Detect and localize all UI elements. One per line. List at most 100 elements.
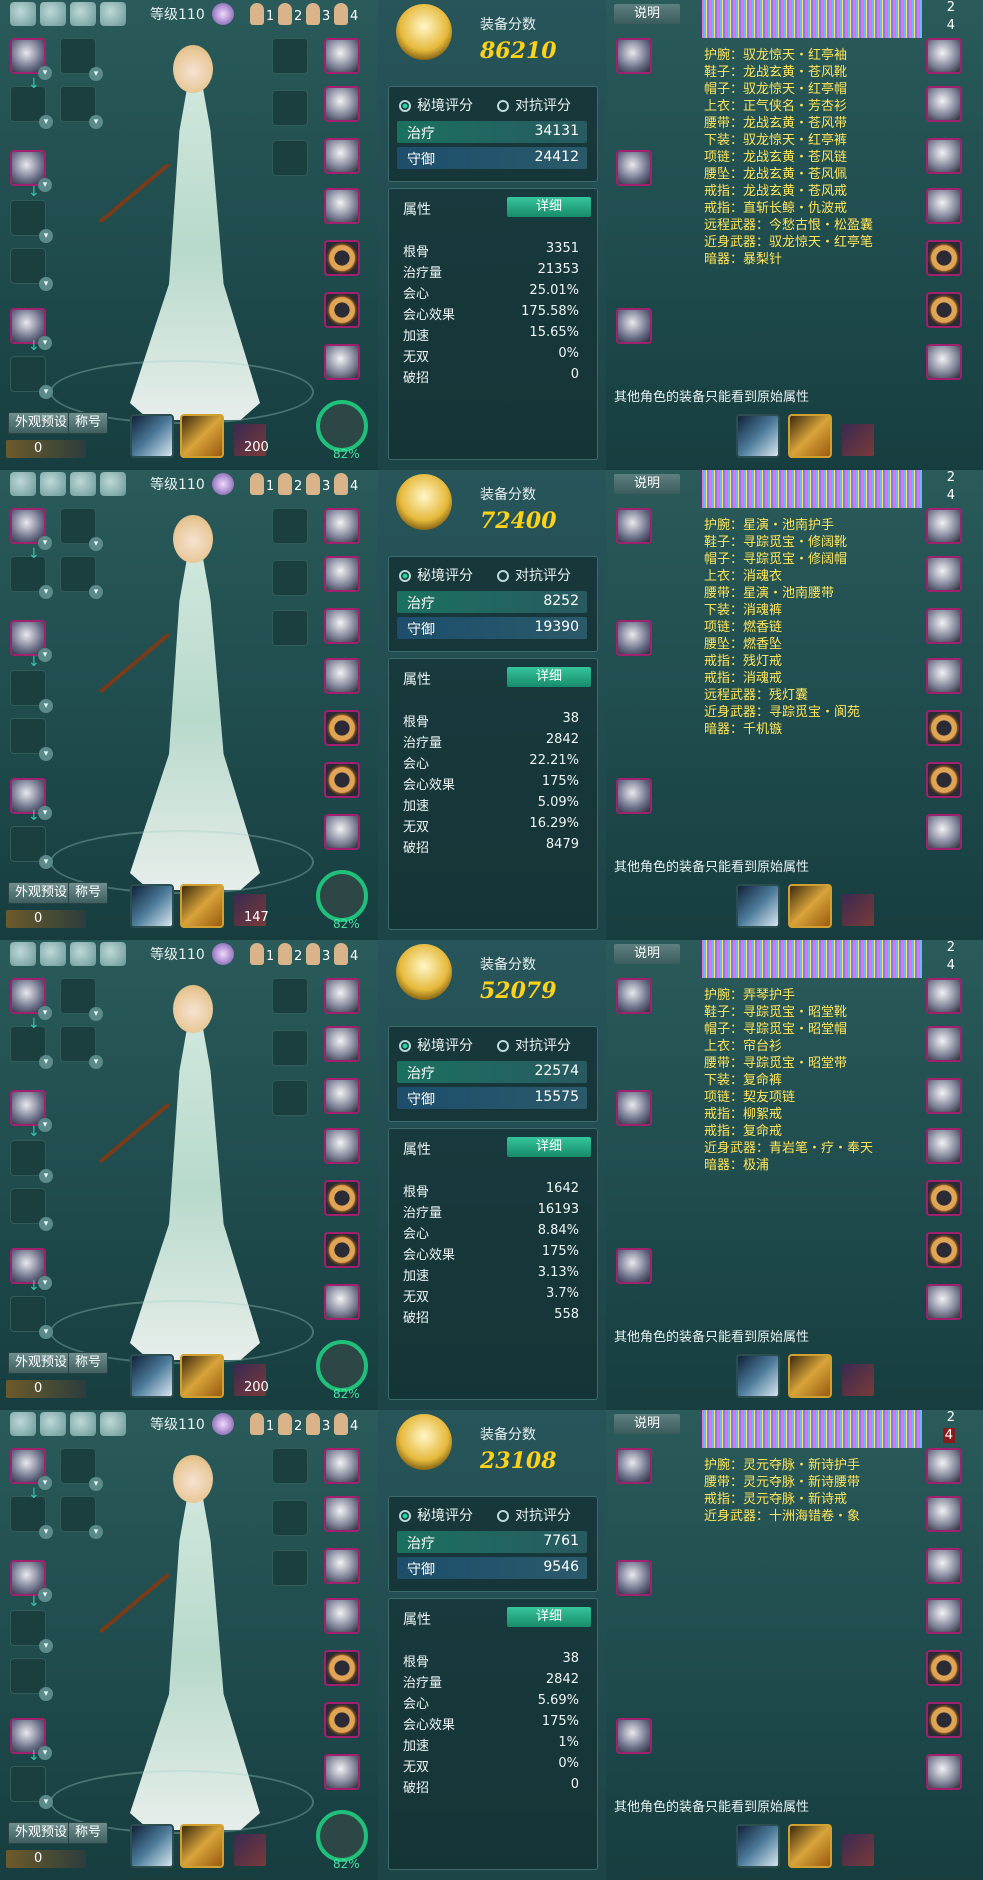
mode-secret-radio[interactable]: 秘境评分 [399,95,473,115]
chevron-down-icon[interactable]: ▾ [89,1007,103,1021]
mode-pvp-radio[interactable]: 对抗评分 [497,1035,571,1055]
chevron-down-icon[interactable]: ▾ [38,806,52,820]
tab-2[interactable]: 2 [947,1410,955,1425]
durability-gauge[interactable] [316,870,368,922]
ranged-weapon-slot[interactable] [788,1824,832,1868]
hidden-weapon-slot[interactable] [842,1364,874,1396]
equip-slot[interactable] [272,978,308,1014]
detail-button[interactable]: 详细 [507,1607,591,1627]
equip-slot-right[interactable] [324,1078,360,1114]
person-icon[interactable] [278,1413,292,1435]
appearance-preset-button[interactable]: 外观预设 [8,412,75,434]
equip-slot[interactable]: ▾ [10,508,52,550]
equip-slot[interactable] [272,140,308,176]
melee-weapon-slot[interactable] [736,884,780,928]
equip-slot-right[interactable] [324,292,360,328]
chevron-down-icon[interactable]: ▾ [39,747,53,761]
equip-slot[interactable] [926,1232,962,1268]
chevron-down-icon[interactable]: ▾ [39,1525,53,1539]
equip-slot-right[interactable] [324,1026,360,1062]
chevron-down-icon[interactable]: ▾ [38,1006,52,1020]
chevron-down-icon[interactable]: ▾ [38,66,52,80]
melee-weapon-slot[interactable] [130,414,174,458]
melee-weapon-slot[interactable] [130,884,174,928]
equip-slot-right[interactable] [324,1284,360,1320]
equip-slot[interactable] [616,1248,652,1284]
mode-secret-radio[interactable]: 秘境评分 [399,1505,473,1525]
chevron-down-icon[interactable]: ▾ [38,1476,52,1490]
equip-slot-right[interactable] [324,86,360,122]
equip-slot[interactable] [616,620,652,656]
melee-weapon-slot[interactable] [736,1824,780,1868]
mode-secret-radio[interactable]: 秘境评分 [399,1035,473,1055]
equip-slot[interactable] [926,608,962,644]
tab-2[interactable]: 2 [947,470,955,485]
equip-slot[interactable] [926,710,962,746]
equip-slot[interactable] [926,1026,962,1062]
equip-slot[interactable] [926,1702,962,1738]
chevron-down-icon[interactable]: ▾ [38,1588,52,1602]
equip-slot[interactable] [616,508,652,544]
mode-secret-radio[interactable]: 秘境评分 [399,565,473,585]
armor-icon[interactable] [40,1412,66,1436]
chevron-down-icon[interactable]: ▾ [38,1118,52,1132]
equip-slot-right[interactable] [324,1448,360,1484]
gem-icon[interactable] [212,3,234,25]
equip-slot-right[interactable] [324,1128,360,1164]
hidden-weapon-slot[interactable] [234,1834,266,1866]
glove-icon[interactable] [70,2,96,26]
equip-slot[interactable] [926,38,962,74]
chevron-down-icon[interactable]: ▾ [39,277,53,291]
equip-slot[interactable]: ▾ [60,1448,103,1491]
equip-slot[interactable]: ▾ [10,356,53,399]
equip-slot[interactable] [616,978,652,1014]
equip-slot[interactable] [616,1090,652,1126]
equip-slot[interactable] [272,610,308,646]
chevron-down-icon[interactable]: ▾ [39,229,53,243]
person-icon[interactable] [334,1413,348,1435]
equip-slot[interactable] [926,1180,962,1216]
chevron-down-icon[interactable]: ▾ [39,855,53,869]
chevron-down-icon[interactable]: ▾ [38,648,52,662]
equip-slot-right[interactable] [324,814,360,850]
person-icon[interactable] [250,943,264,965]
equip-slot-right[interactable] [324,556,360,592]
explain-button[interactable]: 说明 [614,1414,680,1434]
equip-slot[interactable]: ▾ [60,978,103,1021]
person-icon[interactable] [306,473,320,495]
equip-slot[interactable] [272,560,308,596]
durability-gauge[interactable] [316,1340,368,1392]
person-icon[interactable] [306,3,320,25]
equip-slot-right[interactable] [324,978,360,1014]
equip-slot[interactable] [926,138,962,174]
tab-4[interactable]: 4 [947,488,955,503]
melee-weapon-slot[interactable] [736,1354,780,1398]
tab-2[interactable]: 2 [947,940,955,955]
equip-slot[interactable]: ▾ [10,1090,52,1132]
equip-slot[interactable]: ▾ [10,150,52,192]
equip-slot[interactable]: ▾ [10,826,53,869]
gem-icon[interactable] [212,1413,234,1435]
chevron-down-icon[interactable]: ▾ [89,67,103,81]
ranged-weapon-slot[interactable] [180,414,224,458]
equip-slot[interactable] [926,188,962,224]
chevron-down-icon[interactable]: ▾ [89,115,103,129]
chevron-down-icon[interactable]: ▾ [39,699,53,713]
chevron-down-icon[interactable]: ▾ [39,1687,53,1701]
equip-slot-right[interactable] [324,344,360,380]
chevron-down-icon[interactable]: ▾ [39,1217,53,1231]
equip-slot[interactable]: ▾ [10,1658,53,1701]
tab-4[interactable]: 4 [947,18,955,33]
equip-slot[interactable]: ▾ [60,508,103,551]
mode-pvp-radio[interactable]: 对抗评分 [497,565,571,585]
equip-slot[interactable] [926,86,962,122]
gem-icon[interactable] [212,943,234,965]
chevron-down-icon[interactable]: ▾ [39,1795,53,1809]
equip-slot[interactable]: ▾ [10,38,52,80]
appearance-preset-button[interactable]: 外观预设 [8,882,75,904]
equip-slot[interactable] [926,978,962,1014]
weapon-icon[interactable] [100,942,126,966]
chevron-down-icon[interactable]: ▾ [89,1055,103,1069]
weapon-icon[interactable] [100,472,126,496]
equip-slot[interactable]: ▾ [10,200,53,243]
